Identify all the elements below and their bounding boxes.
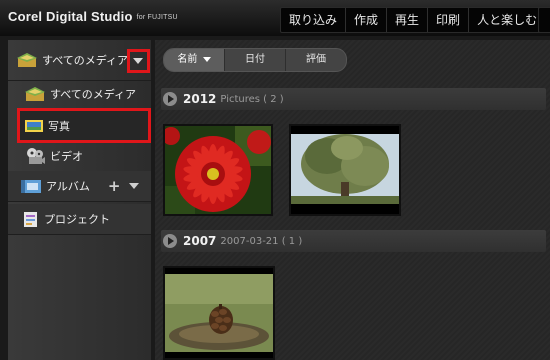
sidebar-divider <box>8 234 151 235</box>
project-icon <box>22 210 40 228</box>
app-brand: Corel Digital Studio for FUJITSU <box>8 9 178 24</box>
chevron-down-icon[interactable] <box>133 58 143 64</box>
media-stack-icon <box>16 52 38 68</box>
group-header-2007[interactable]: 2007 2007-03-21 ( 1 ) <box>161 230 546 252</box>
app-window: Corel Digital Studio for FUJITSU 取り込み 作成 … <box>0 0 550 360</box>
photos-highlight <box>17 108 151 143</box>
top-bar: Corel Digital Studio for FUJITSU 取り込み 作成 … <box>0 0 550 36</box>
sort-by-date[interactable]: 日付 <box>225 49 286 71</box>
sidebar-divider <box>8 201 151 202</box>
sidebar-item-label: プロジェクト <box>44 213 110 226</box>
group-header-2012[interactable]: 2012 Pictures ( 2 ) <box>161 88 546 110</box>
group-subtitle: 2007-03-21 ( 1 ) <box>220 235 303 247</box>
app-title: Corel Digital Studio <box>8 9 133 24</box>
main-menu: 取り込み 作成 再生 印刷 人と楽しむ <box>280 7 547 33</box>
media-filter-label: すべてのメディア <box>42 54 129 67</box>
sidebar-item-projects[interactable]: プロジェクト <box>8 204 151 234</box>
film-reel-icon <box>26 147 46 165</box>
expand-arrow-icon[interactable] <box>163 234 177 248</box>
chevron-down-icon <box>202 56 211 62</box>
sidebar-item-all-media[interactable]: すべてのメディア <box>8 80 151 108</box>
group-subtitle: Pictures ( 2 ) <box>220 93 284 105</box>
red-dahlia-photo[interactable] <box>163 124 273 216</box>
app-subtitle: for FUJITSU <box>136 14 178 22</box>
group-year: 2012 <box>183 92 217 106</box>
album-icon <box>20 178 42 194</box>
chevron-down-icon[interactable] <box>129 183 140 189</box>
menu-print[interactable]: 印刷 <box>428 8 470 32</box>
media-stack-icon <box>24 86 46 102</box>
sidebar-item-label: ビデオ <box>50 150 83 163</box>
tree-photo[interactable] <box>289 124 401 216</box>
sort-by-name[interactable]: 名前 <box>164 49 225 71</box>
menu-extra-button[interactable] <box>538 7 550 33</box>
menu-import[interactable]: 取り込み <box>281 8 347 32</box>
pine-cone-photo[interactable] <box>163 266 275 360</box>
menu-play[interactable]: 再生 <box>387 8 429 32</box>
sidebar: すべてのメディア すべてのメディア 写真 ビデオ アルバム + プロジェクト <box>8 40 151 360</box>
sort-bar: 名前 日付 評価 <box>163 48 347 72</box>
sidebar-item-albums[interactable]: アルバム + <box>8 171 151 201</box>
sidebar-item-label: すべてのメディア <box>50 88 137 101</box>
add-album-icon[interactable]: + <box>108 177 121 195</box>
group-year: 2007 <box>183 234 217 248</box>
media-library-panel: 名前 日付 評価 2012 Pictures ( 2 ) 2007 2007-0… <box>155 40 550 360</box>
sort-label: 名前 <box>177 54 198 65</box>
menu-share[interactable]: 人と楽しむ <box>469 8 545 32</box>
sort-by-rating[interactable]: 評価 <box>286 49 346 71</box>
sidebar-item-label: アルバム <box>46 180 90 193</box>
expand-arrow-icon[interactable] <box>163 92 177 106</box>
sidebar-item-videos[interactable]: ビデオ <box>8 142 151 170</box>
menu-create[interactable]: 作成 <box>346 8 388 32</box>
